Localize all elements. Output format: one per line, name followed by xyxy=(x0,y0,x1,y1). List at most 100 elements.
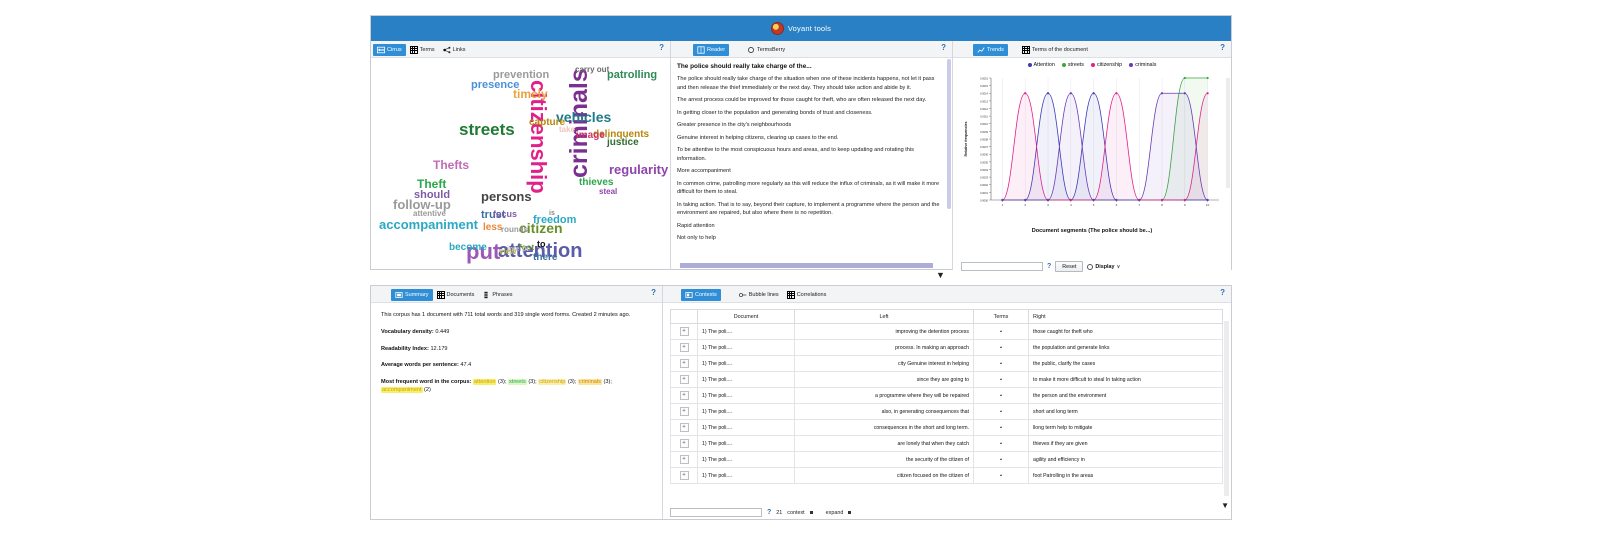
cloud-word[interactable]: there xyxy=(533,253,557,263)
legend-item[interactable]: streets xyxy=(1061,62,1084,68)
chart-legend[interactable]: Attention streets citizenship criminals xyxy=(953,62,1231,68)
col-document[interactable]: Document xyxy=(697,309,795,324)
tab-documents[interactable]: Documents xyxy=(433,289,479,301)
cloud-word[interactable]: carry out xyxy=(575,66,609,74)
frequent-word[interactable]: accompaniment xyxy=(381,387,423,394)
cloud-word[interactable]: is xyxy=(549,210,555,217)
cloud-word[interactable]: attentive xyxy=(413,210,446,218)
cloud-word[interactable]: streets xyxy=(459,121,515,138)
cloud-word[interactable]: steal xyxy=(599,188,617,196)
cloud-word[interactable]: interpr xyxy=(507,246,529,253)
table-row[interactable]: +1) The poli.... improving the detention … xyxy=(670,323,1223,340)
chart-area[interactable]: 0.0016 0.0015 0.0014 0.0013 0.0012 0.0011 0.00… xyxy=(953,72,1231,227)
cloud-word[interactable]: prevention xyxy=(493,70,549,81)
reader-progress-bar[interactable] xyxy=(680,263,933,268)
trends-display-toggle[interactable]: Display ∨ xyxy=(1087,263,1120,270)
plus-icon[interactable]: + xyxy=(679,359,689,368)
table-row[interactable]: +1) The poli.... the security of the citi… xyxy=(670,451,1223,468)
legend-item[interactable]: Attention xyxy=(1027,62,1055,68)
cloud-word[interactable]: rounds xyxy=(501,226,528,234)
frequent-word[interactable]: citizenship xyxy=(538,379,567,386)
plus-icon[interactable]: + xyxy=(679,343,689,352)
scroll-down-icon[interactable]: ▼ xyxy=(1221,502,1229,510)
col-right[interactable]: Right xyxy=(1028,309,1223,324)
tab-termsberry[interactable]: TermsBerry xyxy=(743,44,789,56)
row-expand-cell[interactable]: + xyxy=(670,387,698,404)
legend-item[interactable]: criminals xyxy=(1129,62,1156,68)
trends-control-help[interactable]: ? xyxy=(1047,263,1051,270)
table-row[interactable]: +1) The poli.... process. In making an ap… xyxy=(670,339,1223,356)
tab-cirrus[interactable]: Cirrus xyxy=(373,43,406,56)
cloud-word[interactable]: take xyxy=(559,126,575,134)
row-expand-cell[interactable]: + xyxy=(670,451,698,468)
tab-terms-of-document[interactable]: Terms of the document xyxy=(1018,44,1092,56)
cloud-word[interactable]: focus xyxy=(493,210,517,219)
col-left[interactable]: Left xyxy=(794,309,974,324)
row-expand-cell[interactable]: + xyxy=(670,467,698,484)
reader-help-button[interactable]: ? xyxy=(941,43,946,52)
row-expand-cell[interactable]: + xyxy=(670,419,698,436)
frequent-word[interactable]: streets xyxy=(507,379,527,386)
contexts-context-label[interactable]: context xyxy=(787,510,804,516)
plus-icon[interactable]: + xyxy=(679,471,689,480)
cloud-word[interactable]: accompaniment xyxy=(379,218,478,231)
reader-scrollbar[interactable] xyxy=(947,59,951,209)
cloud-word[interactable]: patrolling xyxy=(607,70,657,81)
table-row[interactable]: +1) The poli.... also, in generating cons… xyxy=(670,403,1223,420)
tab-correlations[interactable]: Correlations xyxy=(783,289,831,301)
table-row[interactable]: +1) The poli.... consequences in the shor… xyxy=(670,419,1223,436)
row-expand-cell[interactable]: + xyxy=(670,339,698,356)
trends-help-button[interactable]: ? xyxy=(1220,43,1225,52)
cloud-word[interactable]: regularity xyxy=(609,163,668,176)
frequent-word[interactable]: attention xyxy=(473,379,497,386)
contexts-expand-label[interactable]: expand xyxy=(826,510,844,516)
row-expand-cell[interactable]: + xyxy=(670,403,698,420)
plus-icon[interactable]: + xyxy=(679,455,689,464)
contexts-help-button[interactable]: ? xyxy=(1220,288,1225,297)
contexts-search-input[interactable] xyxy=(670,508,762,517)
cirrus-help-button[interactable]: ? xyxy=(659,43,664,52)
plus-icon[interactable]: + xyxy=(679,439,689,448)
contexts-footer-help[interactable]: ? xyxy=(767,509,771,516)
trends-reset-button[interactable]: Reset xyxy=(1055,261,1084,272)
cloud-word[interactable]: image xyxy=(576,131,605,141)
word-cloud[interactable]: criminals citizenship attention put accompan… xyxy=(371,58,671,272)
row-expand-cell[interactable]: + xyxy=(670,355,698,372)
tab-reader[interactable]: Reader xyxy=(693,43,730,56)
row-expand-cell[interactable]: + xyxy=(670,371,698,388)
plus-icon[interactable]: + xyxy=(679,423,689,432)
trends-search-input[interactable] xyxy=(961,262,1043,271)
plus-icon[interactable]: + xyxy=(679,391,689,400)
cloud-word[interactable]: to xyxy=(537,240,546,249)
frequent-word[interactable]: criminals xyxy=(577,379,602,386)
tab-links[interactable]: Links xyxy=(439,44,470,56)
col-expand[interactable] xyxy=(670,309,698,324)
table-row[interactable]: +1) The poli.... are lonely that when the… xyxy=(670,435,1223,452)
tab-contexts[interactable]: Contexts xyxy=(681,288,721,301)
table-row[interactable]: +1) The poli.... city Genuine interest in… xyxy=(670,355,1223,372)
cloud-word[interactable]: should xyxy=(414,190,450,201)
contexts-scrollbar[interactable] xyxy=(1224,321,1229,496)
cloud-word[interactable]: persons xyxy=(481,190,532,203)
plus-icon[interactable]: + xyxy=(679,327,689,336)
legend-item[interactable]: citizenship xyxy=(1091,62,1122,68)
expand-stepper-icon[interactable] xyxy=(848,511,852,514)
row-expand-cell[interactable]: + xyxy=(670,435,698,452)
reader-body[interactable]: The police should really take charge of … xyxy=(671,58,952,272)
trends-scrollbar[interactable] xyxy=(1226,78,1230,188)
tab-summary[interactable]: Summary xyxy=(391,288,433,301)
cloud-word[interactable]: presence xyxy=(471,80,519,91)
cloud-word[interactable]: justice xyxy=(607,138,639,148)
tab-phrases[interactable]: Phrases xyxy=(478,289,516,301)
plus-icon[interactable]: + xyxy=(679,407,689,416)
context-stepper-icon[interactable] xyxy=(809,511,813,514)
cloud-word[interactable]: less xyxy=(483,223,502,233)
table-row[interactable]: +1) The poli.... citizen focused on the c… xyxy=(670,467,1223,484)
cloud-word[interactable]: Thefts xyxy=(433,159,469,171)
row-expand-cell[interactable]: + xyxy=(670,323,698,340)
table-row[interactable]: +1) The poli.... since they are going to ▪… xyxy=(670,371,1223,388)
table-row[interactable]: +1) The poli.... a programme where they w… xyxy=(670,387,1223,404)
reader-collapse-icon[interactable]: ▼ xyxy=(936,270,945,280)
summary-help-button[interactable]: ? xyxy=(651,288,656,297)
tab-bubble-lines[interactable]: Bubble lines xyxy=(735,289,783,301)
